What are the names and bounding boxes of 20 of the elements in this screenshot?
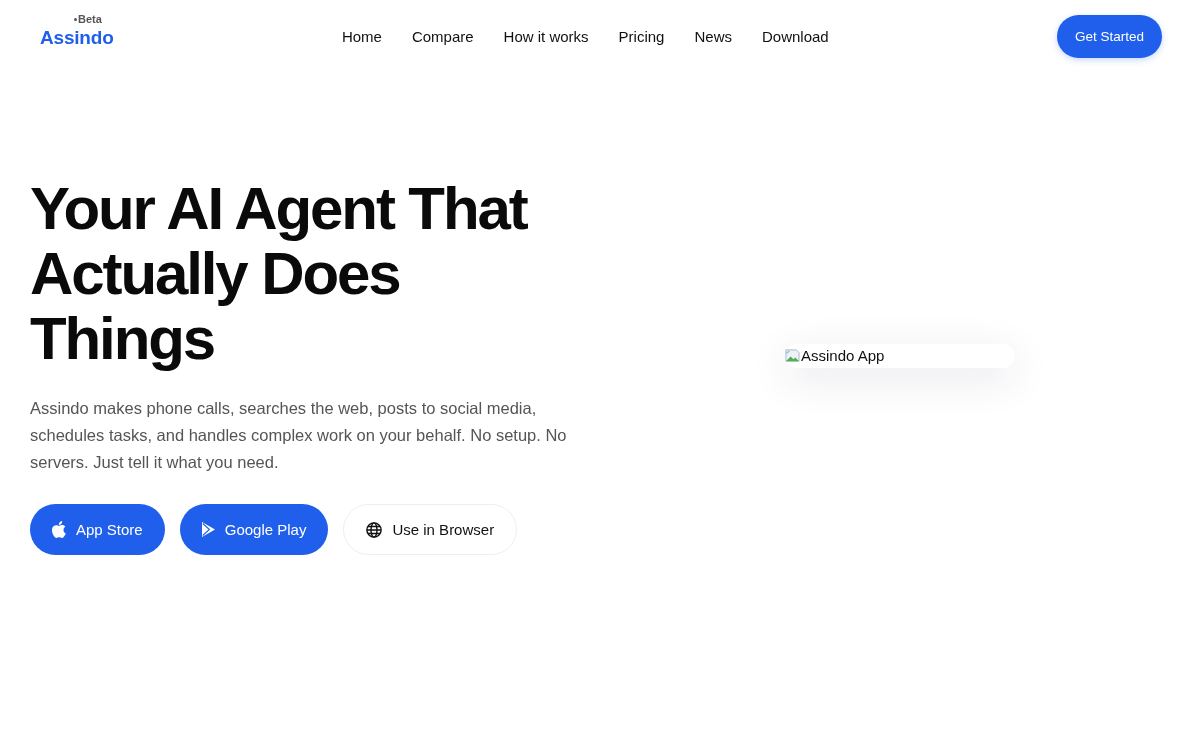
globe-icon — [366, 521, 383, 538]
nav-link[interactable]: Home — [341, 27, 382, 45]
apple-icon — [52, 521, 66, 538]
nav-link[interactable]: News — [694, 27, 732, 45]
browser-button[interactable]: Use in Browser — [343, 504, 518, 555]
nav-link[interactable]: Download — [762, 27, 829, 45]
play-icon — [201, 522, 215, 537]
nav-link[interactable]: How it works — [503, 27, 589, 45]
get-started-button[interactable]: Get Started — [1056, 14, 1162, 58]
logo-text[interactable]: Assindo — [40, 27, 114, 49]
hero-heading: Your AI Agent That Actually Does Things — [30, 176, 529, 371]
hero-description: Assindo makes phone calls, searches the web, posts to social media, schedules tasks, and handles complex work on your behalf. No setup. No servers. Just tell it what you need. — [30, 398, 568, 473]
broken-image-icon — [785, 348, 800, 363]
nav-link[interactable]: Pricing — [618, 27, 665, 45]
google-play-button[interactable]: Google Play — [179, 504, 329, 555]
beta-label: Beta — [78, 13, 102, 25]
image-alt-text: Assindo App — [801, 347, 885, 364]
dot-icon — [74, 18, 77, 21]
app-store-button[interactable]: App Store — [30, 504, 165, 555]
nav-link[interactable]: Compare — [411, 27, 474, 45]
